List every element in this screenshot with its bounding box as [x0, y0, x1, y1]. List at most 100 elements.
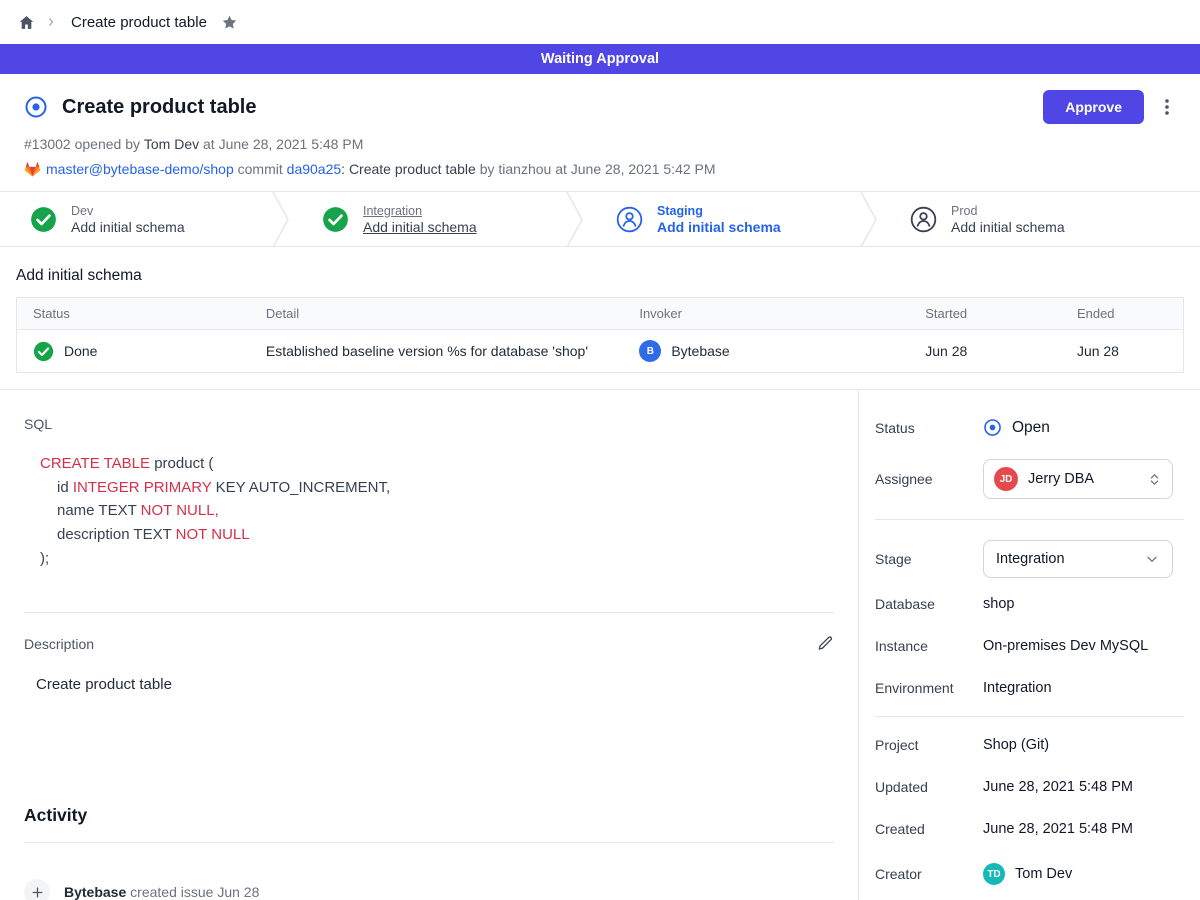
pipeline-stages: Dev Add initial schema Integration Add i… [0, 191, 1200, 247]
sidebar-row-instance: Instance On-premises Dev MySQL [875, 638, 1184, 654]
status-banner-text: Waiting Approval [541, 51, 659, 67]
database-value[interactable]: shop [983, 596, 1014, 612]
stage-integration[interactable]: Integration Add initial schema [292, 192, 564, 246]
commit-byline: by tianzhou at June 28, 2021 5:42 PM [480, 161, 716, 177]
home-icon[interactable] [18, 14, 35, 31]
stage-pending-approval-icon [616, 206, 643, 233]
instance-value[interactable]: On-premises Dev MySQL [983, 638, 1148, 654]
column-header-started: Started [909, 298, 1061, 330]
breadcrumb-chevron-icon [45, 16, 57, 28]
sidebar-row-created: Created June 28, 2021 5:48 PM [875, 821, 1184, 837]
stage-done-icon [322, 206, 349, 233]
updated-value: June 28, 2021 5:48 PM [983, 779, 1133, 795]
gitlab-icon [24, 161, 41, 177]
issue-sidebar: Status Open Assignee JD Jerry DBA Stage [858, 390, 1200, 900]
environment-label: Environment [875, 680, 983, 696]
commit-hash-link[interactable]: da90a25 [287, 161, 342, 177]
commit-line: master@bytebase-demo/shop commit da90a25… [24, 161, 1176, 177]
stage-pending-approval-icon [910, 206, 937, 233]
stage-dev[interactable]: Dev Add initial schema [0, 192, 270, 246]
stage-label: Stage [875, 551, 983, 567]
created-label: Created [875, 821, 983, 837]
divider [24, 842, 834, 843]
description-label: Description [24, 636, 94, 652]
edit-pencil-icon[interactable] [817, 635, 834, 652]
stage-env-label: Integration [363, 204, 477, 218]
stage-env-label: Staging [657, 204, 781, 218]
column-header-detail: Detail [250, 298, 623, 330]
project-label: Project [875, 737, 983, 753]
column-header-ended: Ended [1061, 298, 1184, 330]
stage-prod[interactable]: Prod Add initial schema [880, 192, 1200, 246]
issue-detail-panel: SQL CREATE TABLE product ( id INTEGER PR… [0, 390, 858, 900]
creator-label: Creator [875, 866, 983, 882]
commit-branch-link[interactable]: master@bytebase-demo/shop [46, 161, 234, 177]
sidebar-row-project: Project Shop (Git) [875, 737, 1184, 753]
database-label: Database [875, 596, 983, 612]
stage-task-label: Add initial schema [657, 219, 781, 235]
stage-task-label: Add initial schema [71, 219, 185, 235]
creator-avatar: TD [983, 863, 1005, 885]
stage-separator [270, 192, 292, 246]
updown-chevron-icon [1147, 472, 1162, 487]
stage-task-label: Add initial schema [951, 219, 1065, 235]
sidebar-row-database: Database shop [875, 596, 1184, 612]
task-ended: Jun 28 [1061, 330, 1184, 373]
stage-select[interactable]: Integration [983, 540, 1173, 578]
task-table: Status Detail Invoker Started Ended Done… [16, 297, 1184, 373]
stage-env-label: Prod [951, 204, 1065, 218]
activity-plus-icon [24, 879, 50, 900]
task-invoker: Bytebase [671, 343, 729, 359]
sidebar-row-environment: Environment Integration [875, 680, 1184, 696]
issue-meta: #13002 opened by Tom Dev at June 28, 202… [24, 136, 1176, 152]
task-detail: Established baseline version %s for data… [250, 330, 623, 373]
stage-env-label: Dev [71, 204, 185, 218]
sidebar-row-stage: Stage Integration [875, 540, 1184, 578]
description-content[interactable]: Create product table [36, 676, 834, 693]
instance-label: Instance [875, 638, 983, 654]
invoker-avatar: B [639, 340, 661, 362]
sidebar-row-assignee: Assignee JD Jerry DBA [875, 459, 1184, 499]
column-header-invoker: Invoker [623, 298, 909, 330]
updated-label: Updated [875, 779, 983, 795]
stage-done-icon [30, 206, 57, 233]
project-value[interactable]: Shop (Git) [983, 737, 1049, 753]
page-title: Create product table [62, 96, 256, 119]
approve-button[interactable]: Approve [1043, 90, 1144, 124]
sql-code-block[interactable]: CREATE TABLE product ( id INTEGER PRIMAR… [40, 452, 834, 570]
column-header-status: Status [17, 298, 250, 330]
assignee-select[interactable]: JD Jerry DBA [983, 459, 1173, 499]
stage-separator [564, 192, 586, 246]
task-section-title: Add initial schema [16, 267, 1184, 285]
sidebar-row-status: Status Open [875, 418, 1184, 437]
sql-label: SQL [24, 416, 834, 432]
open-status-icon [983, 418, 1002, 437]
status-label: Status [875, 420, 983, 436]
issue-number: #13002 opened by [24, 136, 140, 152]
issue-opened-time: at June 28, 2021 5:48 PM [203, 136, 363, 152]
sql-line: description TEXT NOT NULL [40, 523, 834, 547]
status-value: Open [1012, 419, 1050, 437]
assignee-value: Jerry DBA [1028, 471, 1137, 487]
divider [24, 612, 834, 613]
sql-line: ); [40, 547, 834, 571]
stage-task-label: Add initial schema [363, 219, 477, 235]
stage-value: Integration [996, 551, 1134, 567]
commit-message: : Create product table [341, 161, 476, 177]
activity-title: Activity [24, 805, 834, 826]
task-done-icon [33, 341, 54, 362]
breadcrumb: Create product table [0, 0, 1200, 44]
sidebar-row-updated: Updated June 28, 2021 5:48 PM [875, 779, 1184, 795]
table-row[interactable]: Done Established baseline version %s for… [17, 330, 1184, 373]
assignee-label: Assignee [875, 471, 983, 487]
issue-author: Tom Dev [144, 136, 199, 152]
task-status: Done [64, 343, 97, 359]
task-started: Jun 28 [909, 330, 1061, 373]
breadcrumb-current[interactable]: Create product table [71, 14, 207, 31]
issue-open-icon [24, 95, 48, 119]
activity-item: Bytebase created issue Jun 28 [24, 879, 834, 900]
stage-staging[interactable]: Staging Add initial schema [586, 192, 858, 246]
more-actions-icon[interactable] [1158, 97, 1176, 117]
environment-value: Integration [983, 680, 1052, 696]
star-icon[interactable] [221, 14, 238, 31]
